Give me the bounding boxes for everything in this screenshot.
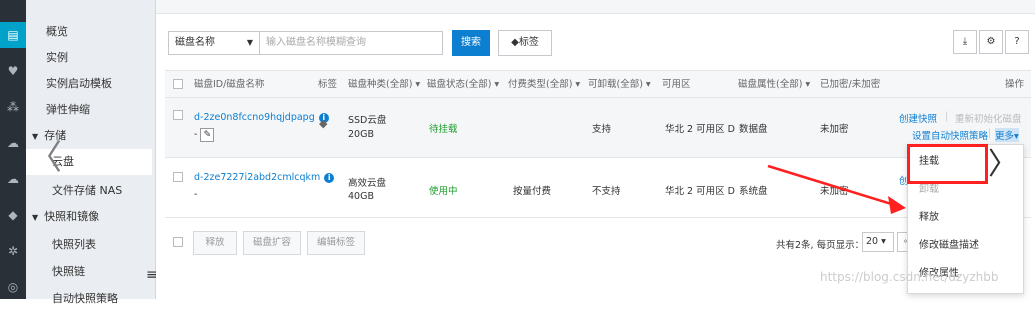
target-icon[interactable]: ◎ (0, 274, 26, 300)
search-button[interactable]: 搜索 (452, 30, 490, 56)
collapse-sidebar-button[interactable]: 〈 (28, 140, 62, 180)
create-snapshot-link[interactable]: 创建快照 (899, 111, 937, 125)
sidebar-group-snapshots[interactable]: ▼ 快照和镜像 (26, 204, 152, 230)
table-header: 磁盘ID/磁盘名称 标签 磁盘种类(全部) ▾ 磁盘状态(全部) ▾ 付费类型(… (165, 70, 1031, 98)
sidebar-item-launch-templates[interactable]: 实例启动模板 (26, 71, 152, 97)
chevron-down-icon: ▼ (246, 38, 253, 47)
zone: 华北 2 可用区 D (665, 186, 735, 197)
disk-status: 使用中 (429, 186, 458, 197)
menu-item-release[interactable]: 释放 (908, 204, 1023, 232)
disk-size: 20GB (348, 129, 374, 140)
sidebar-item-snapshot-chain[interactable]: 快照链 (26, 259, 152, 285)
gear-icon[interactable]: ✲ (0, 238, 26, 264)
sidebar-item-snapshot-list[interactable]: 快照列表 (26, 232, 152, 258)
ops-divider: | (945, 111, 949, 122)
reinit-disk-link[interactable]: 重新初始化磁盘 (955, 111, 1022, 125)
help-icon[interactable]: ? (1005, 30, 1029, 54)
col-header-ops: 操作 (1005, 79, 1025, 90)
caret-down-icon: ▼ (32, 213, 39, 222)
col-header-enc: 已加密/未加密 (820, 79, 881, 90)
tag-button[interactable]: ◆标签 (498, 30, 552, 56)
disk-name: - ✎ (194, 128, 215, 142)
sidebar-item-overview[interactable]: 概览 (26, 19, 152, 45)
col-header-detach[interactable]: 可卸载(全部) ▾ (588, 71, 651, 99)
disk-status: 待挂载 (429, 124, 458, 135)
filter-field-select[interactable]: 磁盘名称 ▼ (168, 31, 260, 55)
pay-type: 按量付费 (513, 186, 552, 197)
icon-nav-bar: ▤ ♥ ⁂ ☁ ☁ ◆ ✲ ◎ (0, 0, 26, 299)
sidebar-item-nas[interactable]: 文件存储 NAS (26, 178, 152, 204)
edit-icon[interactable]: ✎ (200, 128, 215, 142)
tag-button-label: 标签 (518, 37, 539, 48)
info-icon[interactable]: i (324, 173, 335, 183)
tag-icon[interactable]: ◆ (319, 117, 327, 130)
disk-id-link[interactable]: d-2ze7227i2abd2cmlcqkm i (194, 172, 335, 183)
top-strip (156, 0, 1035, 14)
menu-icon[interactable]: ≡ (146, 266, 158, 286)
export-icon[interactable]: ⤓ (953, 30, 977, 54)
ops-divider: | (988, 128, 992, 139)
disk-attr: 数据盘 (739, 124, 768, 135)
release-button[interactable]: 释放 (193, 231, 237, 255)
menu-item-edit-description[interactable]: 修改磁盘描述 (908, 232, 1023, 260)
disk-id-link[interactable]: d-2ze0n8fccno9hqjdpapg i (194, 112, 329, 123)
select-all-checkbox[interactable] (173, 237, 183, 247)
page-size-select[interactable]: 20 ▾ (862, 232, 894, 252)
search-input[interactable]: 输入磁盘名称模糊查询 (260, 31, 443, 55)
more-dropdown-trigger[interactable]: 更多▾ (995, 128, 1019, 142)
col-header-disk: 磁盘ID/磁盘名称 (194, 79, 265, 90)
col-header-pay[interactable]: 付费类型(全部) ▾ (508, 71, 580, 99)
overview-icon[interactable]: ▤ (0, 22, 26, 48)
sidebar-item-auto-snapshot-policy[interactable]: 自动快照策略 (26, 286, 152, 312)
table-row: d-2ze7227i2abd2cmlcqkm i - 高效云盘 40GB 使用中 … (165, 158, 1031, 218)
disk-table: 磁盘ID/磁盘名称 标签 磁盘种类(全部) ▾ 磁盘状态(全部) ▾ 付费类型(… (165, 70, 1031, 300)
disk-size: 40GB (348, 191, 374, 202)
detachable: 不支持 (592, 186, 621, 197)
tag-icon: ◆ (511, 37, 519, 48)
edit-tags-button[interactable]: 编辑标签 (307, 231, 365, 255)
settings-icon[interactable]: ⚙ (979, 30, 1003, 54)
pin-icon[interactable]: ♥ (0, 58, 26, 84)
disk-name: - (194, 189, 198, 200)
next-chevron-icon[interactable]: 〉 (988, 148, 1018, 184)
sidebar-group-label: 快照和镜像 (44, 210, 100, 223)
page-size-value: 20 (866, 236, 879, 247)
col-header-attr[interactable]: 磁盘属性(全部) ▾ (738, 71, 810, 99)
main-content: 磁盘名称 ▼ 输入磁盘名称模糊查询 搜索 ◆标签 ⤓ ⚙ ? 磁盘ID/磁盘名称 … (156, 0, 1035, 299)
disk-name-value: - (194, 129, 198, 140)
auto-snapshot-policy-link[interactable]: 设置自动快照策略 (912, 128, 988, 142)
disk-type: 高效云盘 (348, 178, 387, 189)
row-checkbox[interactable] (173, 110, 183, 120)
detachable: 支持 (592, 124, 612, 135)
chevron-down-icon: ▾ (881, 236, 886, 247)
col-header-status[interactable]: 磁盘状态(全部) ▾ (427, 71, 499, 99)
disk-id: d-2ze7227i2abd2cmlcqkm (194, 172, 321, 183)
disk-id: d-2ze0n8fccno9hqjdpapg (194, 112, 315, 123)
row-checkbox[interactable] (173, 172, 183, 182)
disk-attr: 系统盘 (739, 186, 768, 197)
sidebar-item-instances[interactable]: 实例 (26, 45, 152, 71)
select-all-checkbox[interactable] (173, 79, 183, 89)
col-header-zone: 可用区 (662, 79, 691, 90)
pager-summary: 共有2条, 每页显示： (776, 240, 865, 251)
cloud-icon[interactable]: ☁ (0, 130, 26, 156)
highlight-box (907, 144, 988, 184)
sidebar-item-autoscaling[interactable]: 弹性伸缩 (26, 97, 152, 123)
table-footer: 释放 磁盘扩容 编辑标签 共有2条, 每页显示： 20 ▾ « (165, 222, 1031, 262)
col-header-tag: 标签 (318, 79, 338, 90)
expand-disk-button[interactable]: 磁盘扩容 (243, 231, 301, 255)
network-icon[interactable]: ⁂ (0, 94, 26, 120)
cube-icon[interactable]: ◆ (0, 202, 26, 228)
encryption: 未加密 (820, 186, 849, 197)
watermark: https://blog.csdn.net/dzyzhbb (820, 270, 999, 284)
col-header-type[interactable]: 磁盘种类(全部) ▾ (348, 71, 420, 99)
disk-type: SSD云盘 (348, 115, 387, 126)
encryption: 未加密 (820, 124, 849, 135)
zone: 华北 2 可用区 D (665, 124, 735, 135)
filter-field-label: 磁盘名称 (175, 37, 215, 48)
table-row: d-2ze0n8fccno9hqjdpapg i - ✎ ◆ SSD云盘 20GB … (165, 98, 1031, 158)
cloud-service-icon[interactable]: ☁ (0, 166, 26, 192)
